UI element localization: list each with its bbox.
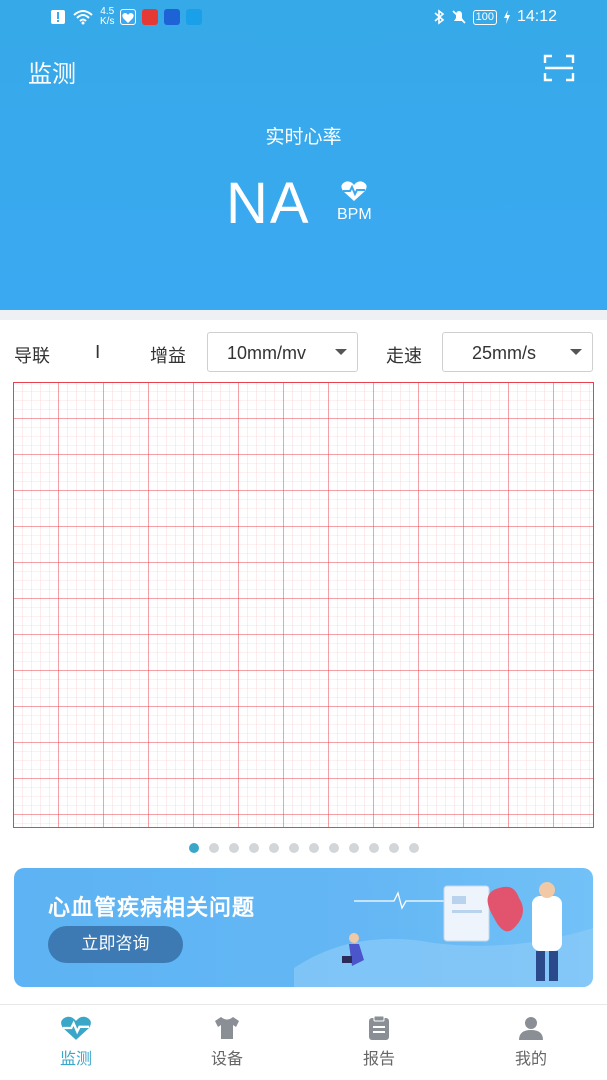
charging-icon <box>503 10 510 24</box>
consult-button[interactable]: 立即咨询 <box>48 926 183 963</box>
consult-banner[interactable]: 心血管疾病相关问题 立即咨询 <box>14 868 593 987</box>
scan-icon[interactable] <box>543 54 575 82</box>
tab-monitor[interactable]: 监测 <box>26 1015 126 1069</box>
gain-label: 增益 <box>150 346 186 367</box>
person-icon <box>519 1017 543 1040</box>
carousel-dot[interactable] <box>208 843 219 853</box>
chevron-down-icon <box>570 349 582 355</box>
carousel-dot[interactable] <box>308 843 319 853</box>
gain-select[interactable]: 10mm/mv <box>207 332 358 372</box>
chevron-down-icon <box>335 349 347 355</box>
bluetooth-icon <box>434 9 444 25</box>
bottom-tab-bar: 监测 设备 报告 我的 <box>0 1004 607 1080</box>
app-heart-icon <box>120 9 137 25</box>
speed-select[interactable]: 25mm/s <box>442 332 593 372</box>
banner-title: 心血管疾病相关问题 <box>48 896 256 921</box>
carousel-dot[interactable] <box>288 843 299 853</box>
clock: 14:12 <box>516 8 557 25</box>
status-bar: 4.5 K/s 100 14:12 <box>0 0 607 36</box>
heart-rate-label: 实时心率 <box>265 126 342 148</box>
carousel-dot[interactable] <box>268 843 279 853</box>
net-speed: 4.5 K/s <box>100 7 114 27</box>
app-weather-icon <box>164 9 181 25</box>
carousel-dot[interactable] <box>328 843 339 853</box>
shirt-icon <box>215 1017 239 1039</box>
net-speed-unit: K/s <box>100 16 115 27</box>
speed-label: 走速 <box>386 346 422 367</box>
app-search-icon <box>186 9 203 25</box>
carousel-dot[interactable] <box>248 843 259 853</box>
carousel-dot[interactable] <box>348 843 359 853</box>
ecg-grid <box>13 382 594 828</box>
alert-icon <box>51 10 65 24</box>
monitor-header: 4.5 K/s 100 14:12 监测 实时心率 NA BPM <box>0 0 607 310</box>
tab-report-label: 报告 <box>362 1049 395 1068</box>
ecg-controls: 导联 I 增益 10mm/mv 走速 25mm/s <box>0 330 607 374</box>
tab-profile[interactable]: 我的 <box>481 1015 581 1069</box>
heart-pulse-icon <box>61 1016 91 1040</box>
carousel-indicator <box>0 843 607 853</box>
heart-rate-unit: BPM <box>337 206 372 223</box>
carousel-dot[interactable] <box>228 843 239 853</box>
wifi-icon <box>73 10 93 25</box>
heart-pulse-icon <box>341 181 367 201</box>
carousel-dot[interactable] <box>188 843 199 853</box>
tab-report[interactable]: 报告 <box>329 1015 429 1069</box>
lead-label: 导联 <box>14 346 50 367</box>
gain-select-value: 10mm/mv <box>227 343 307 363</box>
status-right-icons: 100 14:12 <box>433 8 557 26</box>
page-title: 监测 <box>28 60 76 88</box>
heart-rate-value: NA <box>226 171 311 236</box>
carousel-dot[interactable] <box>408 843 419 853</box>
battery-indicator: 100 <box>472 9 497 25</box>
speed-select-value: 25mm/s <box>472 343 537 363</box>
tab-device-label: 设备 <box>210 1049 243 1068</box>
lead-value[interactable]: I <box>95 342 100 363</box>
tab-profile-label: 我的 <box>514 1049 547 1068</box>
tab-device[interactable]: 设备 <box>177 1015 277 1069</box>
doctor-illustration <box>294 882 593 987</box>
status-left-icons: 4.5 K/s <box>50 7 203 27</box>
carousel-dot[interactable] <box>368 843 379 853</box>
clipboard-icon <box>369 1015 389 1040</box>
app-book-icon <box>142 9 159 25</box>
carousel-dot[interactable] <box>388 843 399 853</box>
bell-muted-icon <box>452 10 466 24</box>
section-divider <box>0 310 607 320</box>
tab-monitor-label: 监测 <box>59 1049 92 1068</box>
